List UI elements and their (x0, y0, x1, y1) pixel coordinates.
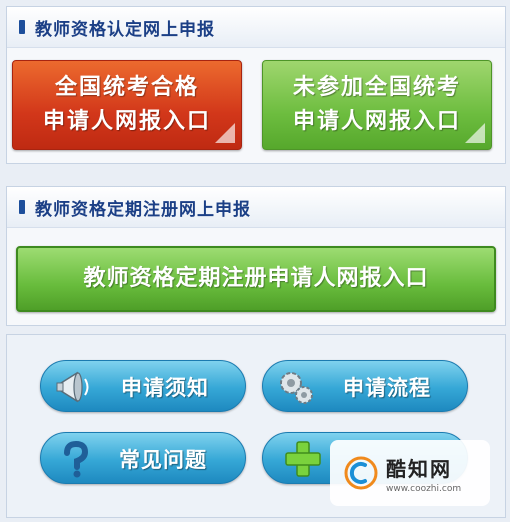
faq-button[interactable]: 常见问题 (40, 432, 246, 484)
question-icon (64, 440, 89, 478)
application-process-button[interactable]: 申请流程 (262, 360, 468, 412)
corner-arrow-icon (465, 123, 485, 143)
not-exam-apply-button[interactable]: 未参加全国统考 申请人网报入口 (262, 60, 492, 150)
not-exam-line2: 申请人网报入口 (292, 109, 461, 134)
exam-passed-line1: 全国统考合格 (54, 75, 199, 100)
section-title-registration: 教师资格定期注册网上申报 (35, 199, 251, 220)
exam-passed-line2: 申请人网报入口 (42, 109, 211, 134)
faq-label: 常见问题 (119, 448, 207, 472)
registration-apply-label: 教师资格定期注册申请人网报入口 (83, 266, 429, 291)
megaphone-icon (56, 371, 89, 403)
plus-icon (285, 441, 321, 477)
application-notice-label: 申请须知 (121, 376, 209, 400)
section-marker-icon (19, 200, 25, 214)
gears-icon (280, 372, 313, 404)
registration-apply-button[interactable]: 教师资格定期注册申请人网报入口 (16, 246, 496, 312)
section-title-online-apply: 教师资格认定网上申报 (35, 19, 215, 40)
coozhi-logo-icon (344, 456, 378, 490)
coozhi-watermark: 酷知网 www.coozhi.com (330, 440, 490, 506)
application-process-label: 申请流程 (343, 376, 431, 400)
section-header-online-apply: 教师资格认定网上申报 (7, 7, 505, 48)
section-marker-icon (19, 20, 25, 34)
not-exam-line1: 未参加全国统考 (292, 75, 461, 100)
exam-passed-apply-button[interactable]: 全国统考合格 申请人网报入口 (12, 60, 242, 150)
application-notice-button[interactable]: 申请须知 (40, 360, 246, 412)
watermark-text: 酷知网 www.coozhi.com (386, 453, 461, 494)
section-header-registration: 教师资格定期注册网上申报 (7, 187, 505, 228)
corner-arrow-icon (215, 123, 235, 143)
watermark-url: www.coozhi.com (386, 483, 462, 494)
watermark-name: 酷知网 (386, 456, 452, 481)
